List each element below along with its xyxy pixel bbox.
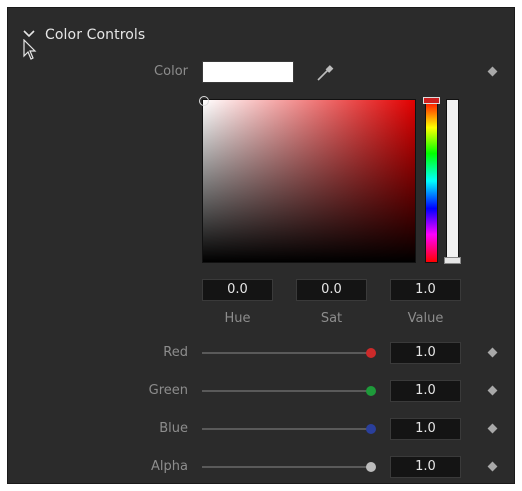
blue-label: Blue	[159, 421, 188, 436]
hue-field[interactable]: 0.0	[202, 279, 273, 301]
sat-caption: Sat	[320, 311, 343, 326]
alpha-strip[interactable]	[446, 99, 459, 263]
alpha-field[interactable]: 1.0	[390, 456, 461, 478]
green-slider-track[interactable]	[202, 390, 374, 392]
color-swatch[interactable]	[202, 61, 294, 83]
green-field[interactable]: 1.0	[390, 380, 461, 402]
red-slider-track[interactable]	[202, 352, 374, 354]
sv-marker[interactable]	[199, 96, 209, 106]
hue-thumb[interactable]	[423, 97, 440, 104]
red-label: Red	[163, 345, 188, 360]
eyedropper-icon[interactable]	[315, 63, 335, 83]
inspector-panel: Color Controls Color 0.0 0.0 1.0 Hue Sat…	[7, 7, 515, 484]
value-field[interactable]: 1.0	[390, 279, 461, 301]
section-title[interactable]: Color Controls	[45, 27, 145, 43]
red-field[interactable]: 1.0	[390, 342, 461, 364]
alpha-label: Alpha	[151, 459, 188, 474]
alpha-slider-track[interactable]	[202, 466, 374, 468]
red-slider-knob[interactable]	[366, 348, 376, 358]
keyframe-diamond-icon[interactable]	[487, 66, 498, 77]
value-caption: Value	[407, 311, 444, 326]
blue-field[interactable]: 1.0	[390, 418, 461, 440]
color-label: Color	[154, 64, 188, 79]
hue-strip[interactable]	[425, 99, 438, 263]
saturation-value-field[interactable]	[202, 99, 416, 263]
blue-slider-track[interactable]	[202, 428, 374, 430]
mouse-pointer-icon	[23, 39, 37, 60]
alpha-thumb[interactable]	[444, 257, 461, 264]
keyframe-diamond-icon[interactable]	[487, 385, 498, 396]
sat-field[interactable]: 0.0	[296, 279, 367, 301]
green-slider-knob[interactable]	[366, 386, 376, 396]
green-label: Green	[148, 383, 188, 398]
hue-caption: Hue	[224, 311, 251, 326]
blue-slider-knob[interactable]	[366, 424, 376, 434]
keyframe-diamond-icon[interactable]	[487, 423, 498, 434]
keyframe-diamond-icon[interactable]	[487, 461, 498, 472]
alpha-slider-knob[interactable]	[366, 462, 376, 472]
keyframe-diamond-icon[interactable]	[487, 347, 498, 358]
